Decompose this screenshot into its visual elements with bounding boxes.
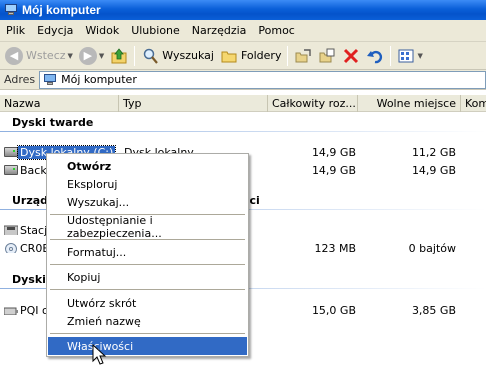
hard-drive-icon xyxy=(4,165,18,175)
search-button[interactable]: Wyszukaj xyxy=(138,44,217,68)
views-icon xyxy=(398,49,414,62)
ctx-format[interactable]: Formatuj... xyxy=(48,243,247,261)
up-folder-icon xyxy=(111,47,127,63)
back-label: Wstecz xyxy=(26,49,66,62)
column-total-size[interactable]: Całkowity roz... xyxy=(268,95,358,112)
ctx-open[interactable]: Otwórz xyxy=(48,157,247,175)
group-divider xyxy=(0,131,486,132)
menu-file[interactable]: Plik xyxy=(0,24,31,37)
drive-name: PQI o xyxy=(20,303,49,317)
delete-button[interactable] xyxy=(339,44,363,68)
folders-icon xyxy=(221,51,237,62)
menu-tools[interactable]: Narzędzia xyxy=(186,24,253,37)
usb-drive-icon xyxy=(4,307,18,315)
address-input[interactable]: Mój komputer xyxy=(39,70,486,89)
move-to-icon xyxy=(295,48,312,62)
ctx-separator xyxy=(50,264,245,265)
mouse-cursor-icon xyxy=(92,344,107,365)
ctx-explore[interactable]: Eksploruj xyxy=(48,175,247,193)
forward-dropdown-icon[interactable]: ▼ xyxy=(99,52,104,60)
group-hard-drives: Dyski twarde xyxy=(12,116,94,129)
search-label: Wyszukaj xyxy=(162,49,214,62)
title-bar[interactable]: Mój komputer xyxy=(0,0,486,20)
copy-to-icon xyxy=(319,48,335,62)
drive-free: 0 bajtów xyxy=(408,241,456,255)
drive-total: 123 MB xyxy=(314,241,356,255)
ctx-rename[interactable]: Zmień nazwę xyxy=(48,312,247,330)
address-label: Adres xyxy=(4,73,36,86)
menu-view[interactable]: Widok xyxy=(79,24,125,37)
up-folder-button[interactable] xyxy=(107,44,131,68)
column-comment[interactable]: Kom xyxy=(461,95,486,112)
drive-free: 3,85 GB xyxy=(411,303,456,317)
column-type[interactable]: Typ xyxy=(119,95,268,112)
views-button[interactable]: ▼ xyxy=(394,44,425,68)
back-button[interactable]: ◀ Wstecz ▼ xyxy=(2,44,76,68)
drive-free: 14,9 GB xyxy=(411,163,456,177)
group-removable: Urząd ęci xyxy=(12,194,260,207)
ctx-copy[interactable]: Kopiuj xyxy=(48,268,247,286)
folders-button[interactable]: Foldery xyxy=(217,44,285,68)
group-removable-start: Urząd xyxy=(12,194,49,207)
menu-favorites[interactable]: Ulubione xyxy=(125,24,186,37)
back-arrow-icon: ◀ xyxy=(5,46,23,65)
views-dropdown-icon[interactable]: ▼ xyxy=(417,52,422,60)
delete-icon xyxy=(344,48,359,63)
group-other: Dyski xyxy=(12,273,46,286)
cd-drive-icon xyxy=(5,243,17,253)
toolbar-separator xyxy=(134,45,136,66)
drive-name: CR0E xyxy=(20,241,50,255)
back-dropdown-icon[interactable]: ▼ xyxy=(68,52,73,60)
column-headers: Nazwa Typ Całkowity roz... Wolne miejsce… xyxy=(0,95,486,112)
my-computer-icon xyxy=(4,4,18,16)
forward-arrow-icon: ▶ xyxy=(78,46,97,65)
address-bar: Adres Mój komputer xyxy=(0,70,486,90)
toolbar: ◀ Wstecz ▼ ▶ ▼ Wyszukaj Foldery ▼ xyxy=(0,42,486,70)
address-value: Mój komputer xyxy=(61,73,137,86)
menu-edit[interactable]: Edycja xyxy=(31,24,79,37)
toolbar-separator xyxy=(287,45,289,66)
toolbar-separator xyxy=(390,45,392,66)
ctx-properties[interactable]: Właściwości xyxy=(48,337,247,355)
forward-button[interactable]: ▶ ▼ xyxy=(76,44,107,68)
drive-total: 14,9 GB xyxy=(311,145,356,159)
drive-free: 11,2 GB xyxy=(411,145,456,159)
undo-button[interactable] xyxy=(363,44,387,68)
context-menu: Otwórz Eksploruj Wyszukaj... Udostępnian… xyxy=(46,153,249,357)
column-name[interactable]: Nazwa xyxy=(0,95,119,112)
hard-drive-icon xyxy=(4,147,18,157)
window-title: Mój komputer xyxy=(22,3,101,17)
drive-total: 15,0 GB xyxy=(311,303,356,317)
drive-total: 14,9 GB xyxy=(311,163,356,177)
move-to-button[interactable] xyxy=(291,44,315,68)
undo-icon xyxy=(367,50,383,63)
ctx-sharing-security[interactable]: Udostępnianie i zabezpieczenia... xyxy=(48,214,247,240)
ctx-separator xyxy=(50,289,245,290)
ctx-separator xyxy=(50,239,245,240)
menu-bar: Plik Edycja Widok Ulubione Narzędzia Pom… xyxy=(0,20,486,42)
my-computer-icon xyxy=(43,73,57,86)
ctx-separator xyxy=(50,333,245,334)
copy-to-button[interactable] xyxy=(315,44,339,68)
column-free-space[interactable]: Wolne miejsce xyxy=(358,95,461,112)
floppy-drive-icon xyxy=(4,225,18,235)
ctx-create-shortcut[interactable]: Utwórz skrót xyxy=(48,294,247,312)
folders-label: Foldery xyxy=(240,49,282,62)
menu-help[interactable]: Pomoc xyxy=(252,24,300,37)
ctx-search[interactable]: Wyszukaj... xyxy=(48,193,247,211)
search-icon xyxy=(144,48,159,64)
